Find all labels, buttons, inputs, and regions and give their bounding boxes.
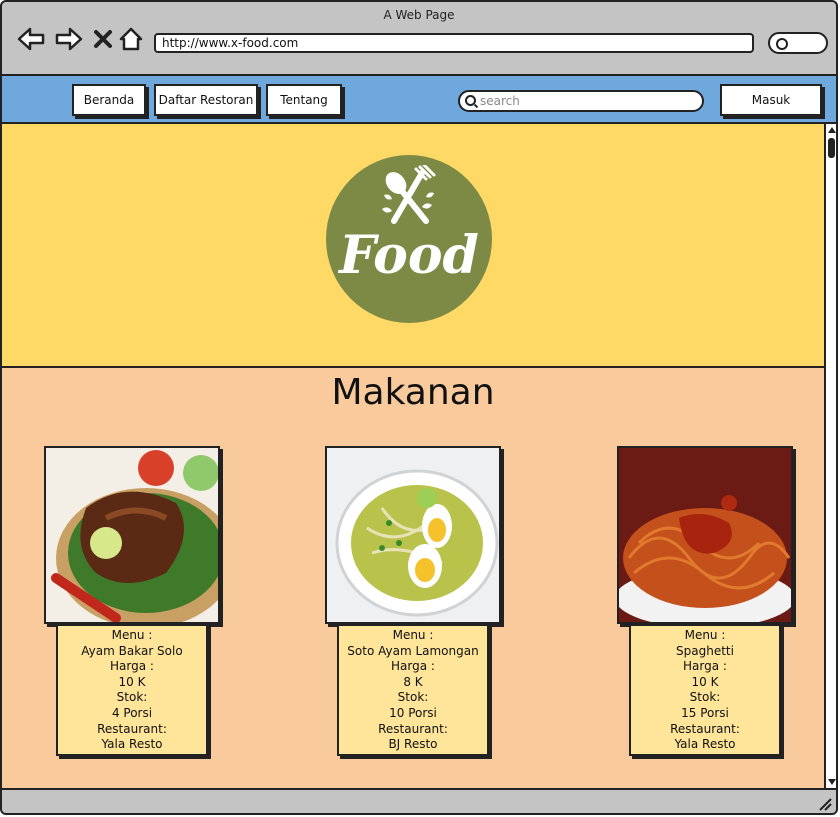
search-icon [776,38,788,50]
menu-value: Ayam Bakar Solo [81,643,183,658]
nav-daftar-restoran-button[interactable]: Daftar Restoran [154,84,258,116]
nav-beranda-button[interactable]: Beranda [72,84,146,116]
restaurant-label: Restaurant: [97,721,167,736]
url-field[interactable]: http://www.x-food.com [154,33,754,53]
price-value: 8 K [403,674,423,689]
window-title: A Web Page [383,8,455,22]
restaurant-value: Yala Resto [101,737,163,752]
search-placeholder: search [480,94,520,108]
food-logo: Food [326,155,492,323]
restaurant-label: Restaurant: [670,721,740,736]
browser-window: A Web Page http://www.x-food.com Beranda… [0,0,838,815]
menu-label: Menu : [684,628,726,642]
food-info-card: Menu : Ayam Bakar Solo Harga : 10 K Stok… [56,624,208,756]
price-value: 10 K [691,674,719,689]
scroll-down-arrow-icon[interactable] [828,779,836,785]
stock-label: Stok: [397,690,429,705]
menu-value: Spaghetti [676,643,734,658]
price-label: Harga : [683,659,727,674]
stock-label: Stok: [689,690,721,705]
forward-arrow-icon[interactable] [54,24,84,54]
food-info-card: Menu : Soto Ayam Lamongan Harga : 8 K St… [337,624,489,756]
search-icon [465,95,476,106]
login-button[interactable]: Masuk [720,84,822,116]
close-icon[interactable] [88,24,118,54]
menu-value: Soto Ayam Lamongan [347,643,479,658]
scroll-up-arrow-icon[interactable] [828,127,836,133]
browser-search-button[interactable] [768,32,828,54]
price-label: Harga : [110,659,154,674]
back-arrow-icon[interactable] [16,24,46,54]
status-bar [2,788,836,813]
resize-grip-icon[interactable] [818,797,832,811]
price-label: Harga : [391,659,435,674]
menu-label: Menu : [392,628,434,642]
nav-tentang-button[interactable]: Tentang [266,84,342,116]
food-image-ayam-bakar[interactable] [44,446,220,624]
home-icon[interactable] [116,24,146,54]
vertical-scrollbar[interactable] [824,124,836,788]
food-image-spaghetti[interactable] [617,446,793,624]
stock-value: 15 Porsi [681,705,729,720]
stock-label: Stok: [116,690,148,705]
price-value: 10 K [118,674,146,689]
stock-value: 4 Porsi [111,705,153,720]
content-area: Makanan Menu : Ayam Bakar Solo Harga : 1… [2,368,824,788]
search-input[interactable]: search [458,90,704,112]
menu-label: Menu : [111,628,153,642]
navbar: Beranda Daftar Restoran Tentang search M… [2,74,836,124]
section-title: Makanan [331,372,495,413]
restaurant-value: BJ Resto [388,737,438,752]
restaurant-value: Yala Resto [674,737,736,752]
food-image-soto-ayam[interactable] [325,446,501,624]
stock-value: 10 Porsi [389,705,437,720]
scroll-thumb[interactable] [828,138,835,158]
logo-text: Food [339,225,479,286]
restaurant-label: Restaurant: [378,721,448,736]
food-info-card: Menu : Spaghetti Harga : 10 K Stok: 15 P… [629,624,781,756]
hero-banner: Food [2,124,824,368]
